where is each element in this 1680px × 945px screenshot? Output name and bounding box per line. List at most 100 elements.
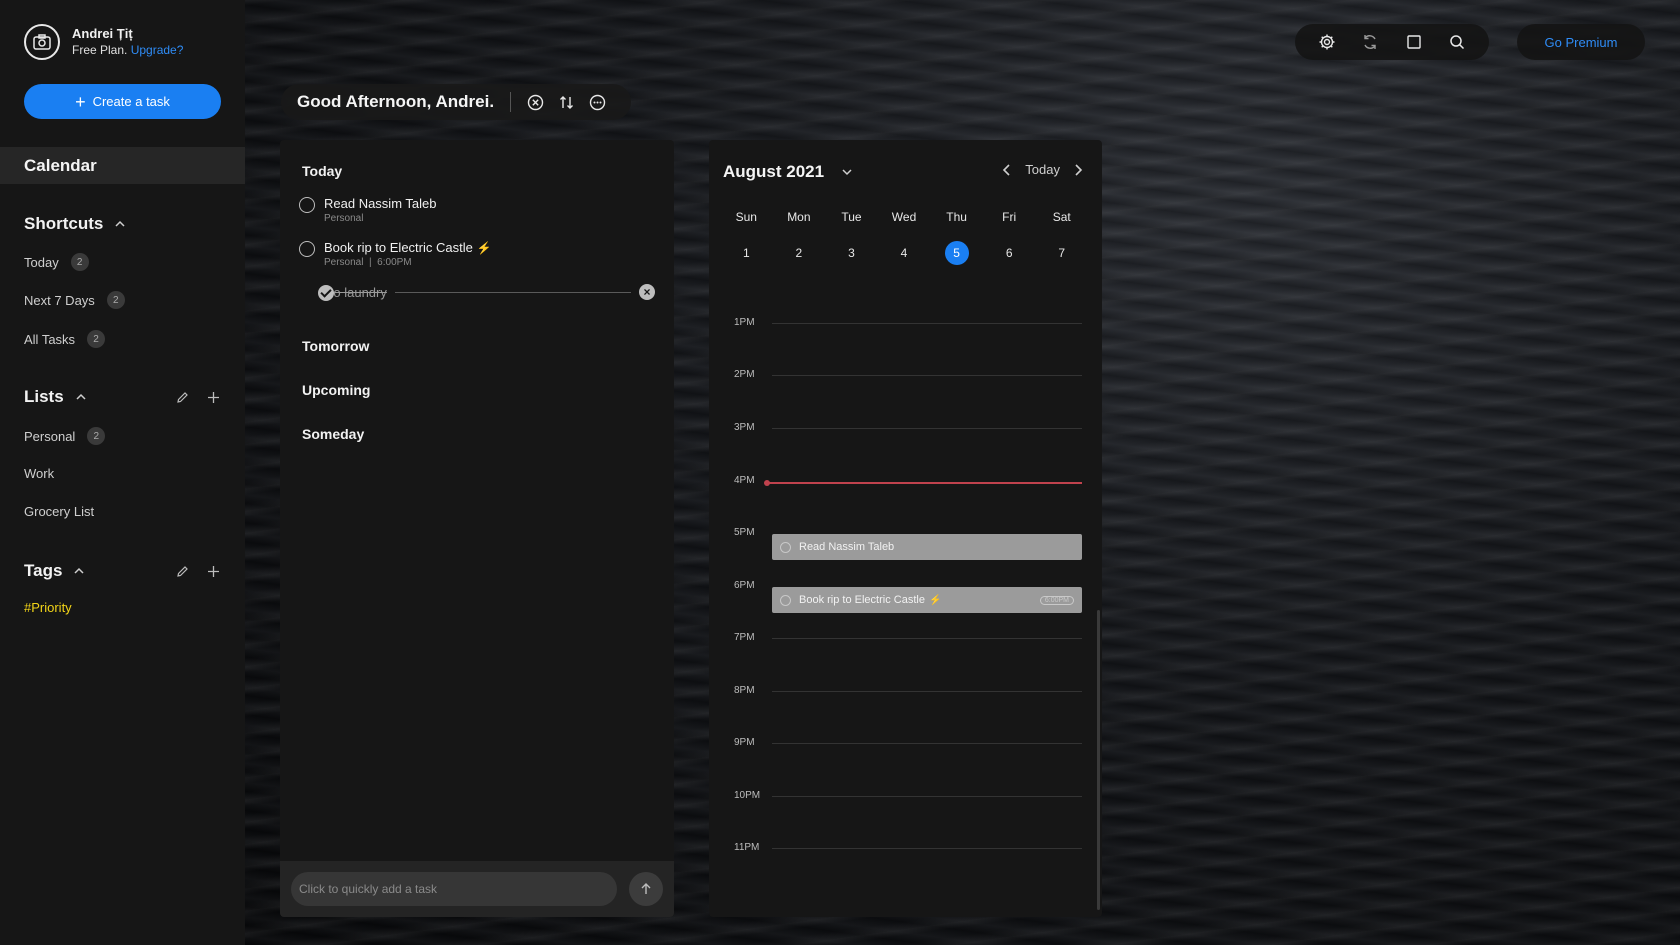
task-checkbox-checked[interactable] bbox=[318, 284, 334, 301]
hour-slot[interactable]: 1PM bbox=[709, 317, 1102, 337]
sidebar-item-all-tasks[interactable]: All Tasks 2 bbox=[24, 330, 106, 348]
hour-label: 11PM bbox=[734, 842, 760, 853]
group-someday[interactable]: Someday bbox=[302, 426, 364, 442]
add-tag-icon[interactable] bbox=[207, 565, 220, 578]
count-badge: 2 bbox=[70, 253, 89, 271]
hour-slot[interactable]: 11PM bbox=[709, 842, 1102, 862]
chevron-up-icon[interactable] bbox=[113, 217, 127, 231]
sidebar-item-grocery-list[interactable]: Grocery List bbox=[24, 504, 94, 519]
group-today[interactable]: Today bbox=[302, 163, 342, 179]
chevron-right-icon[interactable] bbox=[1072, 163, 1084, 177]
tag-label: #Priority bbox=[24, 600, 72, 615]
window-icon[interactable] bbox=[1402, 30, 1426, 54]
create-task-button[interactable]: + Create a task bbox=[24, 84, 221, 119]
pencil-icon[interactable] bbox=[176, 391, 189, 404]
sidebar-item-next-7-days[interactable]: Next 7 Days 2 bbox=[24, 291, 125, 309]
hour-label: 2PM bbox=[734, 369, 755, 380]
calendar-event[interactable]: Read Nassim Taleb bbox=[772, 534, 1082, 560]
sort-icon[interactable] bbox=[558, 94, 575, 111]
shortcuts-header[interactable]: Shortcuts bbox=[24, 214, 220, 234]
sidebar-item-calendar[interactable]: Calendar bbox=[0, 147, 245, 184]
lists-header[interactable]: Lists bbox=[24, 387, 220, 407]
task-item[interactable]: Book rip to Electric Castle ⚡ Personal |… bbox=[299, 240, 491, 268]
profile-name: Andrei Țiț bbox=[72, 26, 133, 41]
hour-line bbox=[772, 796, 1082, 797]
weekday-label: Thu bbox=[946, 210, 967, 224]
task-checkbox[interactable] bbox=[299, 241, 315, 257]
date-cell[interactable]: 2 bbox=[773, 241, 826, 265]
weekday-label: Mon bbox=[787, 210, 811, 224]
hour-label: 1PM bbox=[734, 317, 755, 328]
calendar-event[interactable]: Book rip to Electric Castle ⚡ 6:00PM bbox=[772, 587, 1082, 613]
completed-task-item[interactable]: Do laundry × bbox=[299, 284, 655, 301]
hour-label: 6PM bbox=[734, 580, 755, 591]
hour-line bbox=[772, 691, 1082, 692]
quick-add-input[interactable] bbox=[291, 872, 617, 906]
calendar-panel: August 2021 Today Sun Mon Tue Wed Thu Fr… bbox=[709, 140, 1102, 917]
tasks-panel: Today Read Nassim Taleb Personal Book ri… bbox=[280, 140, 674, 917]
nav-label: Grocery List bbox=[24, 504, 95, 519]
hour-slot[interactable]: 10PM bbox=[709, 790, 1102, 810]
date-cell[interactable]: 7 bbox=[1035, 241, 1088, 265]
hour-label: 7PM bbox=[734, 632, 755, 643]
shortcuts-title: Shortcuts bbox=[24, 214, 104, 233]
event-checkbox[interactable] bbox=[780, 594, 791, 606]
today-button[interactable]: Today bbox=[1025, 162, 1060, 177]
camera-icon[interactable] bbox=[24, 24, 60, 60]
sync-icon[interactable] bbox=[1358, 30, 1382, 54]
priority-bolt-icon: ⚡ bbox=[476, 241, 492, 255]
settings-icon[interactable] bbox=[1315, 30, 1339, 54]
hour-slot[interactable]: 8PM bbox=[709, 685, 1102, 705]
date-cell[interactable]: 6 bbox=[983, 241, 1036, 265]
hour-slot[interactable]: 2PM bbox=[709, 369, 1102, 389]
sidebar-item-work[interactable]: Work bbox=[24, 466, 54, 481]
hour-slot[interactable]: 7PM bbox=[709, 632, 1102, 652]
count-badge: 2 bbox=[87, 330, 106, 348]
date-cell[interactable]: 1 bbox=[720, 241, 773, 265]
hour-line bbox=[772, 638, 1082, 639]
group-tomorrow[interactable]: Tomorrow bbox=[302, 338, 369, 354]
event-checkbox[interactable] bbox=[780, 541, 791, 553]
nav-label: Personal bbox=[24, 428, 76, 444]
add-list-icon[interactable] bbox=[207, 391, 220, 404]
chevron-up-icon[interactable] bbox=[72, 564, 86, 578]
upgrade-link[interactable]: Upgrade? bbox=[131, 43, 184, 57]
hour-slot[interactable]: 9PM bbox=[709, 737, 1102, 757]
priority-bolt-icon: ⚡ bbox=[928, 594, 942, 606]
go-premium-button[interactable]: Go Premium bbox=[1517, 24, 1645, 60]
hour-slot[interactable]: 3PM bbox=[709, 422, 1102, 442]
plan-label: Free Plan. bbox=[72, 43, 128, 57]
task-item[interactable]: Read Nassim Taleb Personal bbox=[299, 196, 436, 224]
date-cell[interactable]: 4 bbox=[878, 241, 931, 265]
hour-label: 10PM bbox=[734, 790, 761, 801]
submit-task-button[interactable] bbox=[629, 872, 663, 906]
search-icon[interactable] bbox=[1445, 30, 1469, 54]
pencil-icon[interactable] bbox=[176, 565, 189, 578]
lists-title: Lists bbox=[24, 387, 64, 406]
tags-header[interactable]: Tags bbox=[24, 561, 220, 581]
date-cell-selected[interactable]: 5 bbox=[930, 241, 983, 265]
group-upcoming[interactable]: Upcoming bbox=[302, 382, 370, 398]
chevron-up-icon[interactable] bbox=[74, 390, 88, 404]
calendar-scrollbar[interactable] bbox=[1097, 610, 1100, 910]
current-time-dot bbox=[764, 480, 770, 486]
profile[interactable]: Andrei Țiț Free Plan. Upgrade? bbox=[24, 24, 183, 60]
sidebar-item-personal[interactable]: Personal 2 bbox=[24, 427, 106, 445]
month-title[interactable]: August 2021 bbox=[723, 162, 824, 182]
chevron-left-icon[interactable] bbox=[1001, 163, 1013, 177]
task-meta: Personal | 6:00PM bbox=[324, 257, 412, 268]
task-checkbox[interactable] bbox=[299, 197, 315, 213]
more-options-icon[interactable] bbox=[589, 94, 606, 111]
calendar-label: Calendar bbox=[24, 155, 97, 175]
sidebar-item-today[interactable]: Today 2 bbox=[24, 253, 89, 271]
hour-label: 4PM bbox=[734, 475, 755, 486]
hour-label: 5PM bbox=[734, 527, 755, 538]
clear-completed-icon[interactable] bbox=[527, 94, 544, 111]
date-cell[interactable]: 3 bbox=[825, 241, 878, 265]
tag-priority[interactable]: #Priority bbox=[24, 600, 72, 615]
event-time-badge: 6:00PM bbox=[1039, 595, 1074, 605]
quick-add-bar bbox=[280, 861, 674, 917]
chevron-down-icon[interactable] bbox=[840, 165, 854, 179]
event-title: Read Nassim Taleb bbox=[799, 541, 895, 553]
delete-task-icon[interactable]: × bbox=[639, 284, 655, 300]
